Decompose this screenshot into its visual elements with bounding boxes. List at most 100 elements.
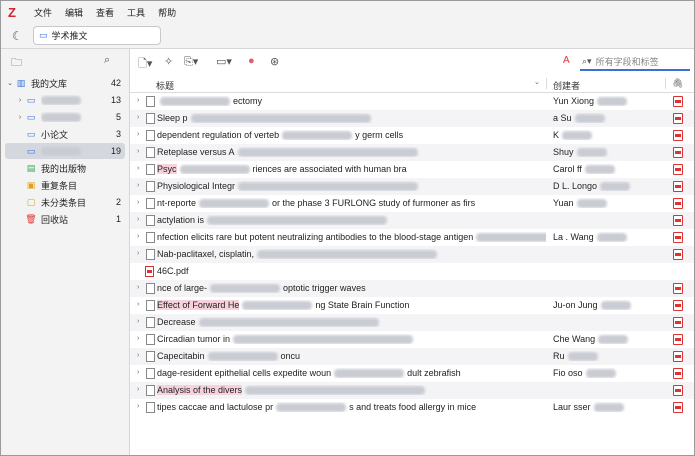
expand-chevron-icon[interactable]: › [137,284,139,291]
collection-my-library[interactable]: ⌄ ▥ 我的文库 42 [5,75,125,91]
pdf-attachment-icon[interactable] [673,351,683,362]
pdf-attachment-icon[interactable] [673,181,683,192]
expand-chevron-icon[interactable]: › [137,131,139,138]
collection-item[interactable]: ▤ 我的出版物 [5,160,125,176]
table-row[interactable]: › actylation is [130,212,694,229]
pdf-attachment-icon[interactable] [673,215,683,226]
sync-icon[interactable]: ⊛ [270,55,279,68]
pdf-attachment-icon[interactable] [673,198,683,209]
pdf-attachment-icon[interactable] [673,402,683,413]
magic-wand-icon[interactable]: ✧ [164,55,173,68]
expand-chevron-icon[interactable]: › [137,233,139,240]
collection-item[interactable]: ▢ 未分类条目 2 [5,194,125,210]
pdf-attachment-icon[interactable] [673,249,683,260]
table-row[interactable]: › dependent regulation of verteb y germ ce… [130,127,694,144]
new-note-icon[interactable]: ▭▾ [216,55,232,68]
expand-chevron-icon[interactable]: › [137,182,139,189]
collection-item[interactable]: › ▭ 13 [5,92,125,108]
pdf-attachment-icon[interactable] [673,130,683,141]
item-title: dage-resident epithelial cells expedite … [157,368,461,379]
expand-chevron-icon[interactable]: › [137,335,139,342]
twisty-icon[interactable]: › [15,97,25,104]
table-row[interactable]: › Nab-paclitaxel, cisplatin, [130,246,694,263]
item-title: ectomy [157,96,546,107]
item-creator: D L. Longo [553,181,665,192]
column-creator[interactable]: 创建者 [553,79,580,92]
pdf-attachment-icon[interactable] [673,368,683,379]
pdf-attachment-icon[interactable] [673,334,683,345]
collection-item[interactable]: 🗑 回收站 1 [5,211,125,227]
table-row[interactable]: › dage-resident epithelial cells expedite… [130,365,694,382]
table-row[interactable]: › Physiological Integr D L. Longo [130,178,694,195]
column-title[interactable]: 标题 [156,79,174,92]
expand-chevron-icon[interactable]: › [137,318,139,325]
expand-chevron-icon[interactable]: › [137,199,139,206]
table-row[interactable]: › tipes caccae and lactulose pr s and trea… [130,399,694,416]
table-row[interactable]: 46C.pdf [130,263,694,280]
document-icon [146,130,155,141]
chevron-down-icon[interactable]: ⌄ [534,78,540,86]
expand-chevron-icon[interactable]: › [137,301,139,308]
item-creator: La . Wang [553,232,665,243]
expand-chevron-icon[interactable]: › [137,403,139,410]
tab-library[interactable]: ▭ 学术推文 [33,26,161,45]
table-row[interactable]: › Reteplase versus A Shuy [130,144,694,161]
expand-chevron-icon[interactable]: › [137,97,139,104]
document-icon [146,351,155,362]
pdf-attachment-icon[interactable] [673,113,683,124]
twisty-icon[interactable]: ⌄ [5,79,15,87]
collection-label: 未分类条目 [41,197,87,208]
expand-chevron-icon[interactable]: › [137,148,139,155]
expand-chevron-icon[interactable]: › [137,216,139,223]
expand-chevron-icon[interactable]: › [137,165,139,172]
pdf-attachment-icon[interactable] [673,317,683,328]
menu-file[interactable]: 文件 [34,6,52,19]
table-row[interactable]: › Psyc riences are associated with human b… [130,161,694,178]
twisty-icon[interactable]: › [15,114,25,121]
table-row[interactable]: › Capecitabin oncu Ru [130,348,694,365]
table-row[interactable]: › nfection elicits rare but potent neutra… [130,229,694,246]
collection-item[interactable]: ▭ 小论文 3 [5,126,125,142]
item-creator: Ju-on Jung [553,300,665,311]
expand-chevron-icon[interactable]: › [137,250,139,257]
expand-chevron-icon[interactable]: › [137,114,139,121]
table-row[interactable]: › Sleep p a Su [130,110,694,127]
pdf-attachment-icon[interactable] [673,300,683,311]
menu-edit[interactable]: 编辑 [65,6,83,19]
menu-help[interactable]: 帮助 [158,6,176,19]
moon-icon[interactable]: ☾ [12,29,23,43]
table-row[interactable]: › Circadian tumor in Che Wang [130,331,694,348]
pdf-attachment-icon[interactable] [673,147,683,158]
column-divider[interactable] [665,78,666,89]
expand-chevron-icon[interactable]: › [137,369,139,376]
document-icon [146,181,155,192]
menu-view[interactable]: 查看 [96,6,114,19]
new-item-icon[interactable]: 🗋▾ [138,55,152,74]
table-row[interactable]: › Effect of Forward He ng State Brain Func… [130,297,694,314]
table-row[interactable]: › nt-reporte or the phase 3 FURLONG study … [130,195,694,212]
tag-color-icon[interactable]: ● [248,55,255,67]
collection-item[interactable]: ▭ 19 [5,143,125,159]
new-collection-icon[interactable]: 🗀 [11,54,22,73]
pdf-attachment-icon[interactable] [673,283,683,294]
font-size-icon[interactable]: A [563,55,570,66]
search-icon[interactable]: ⌕ [104,54,110,67]
table-row[interactable]: › Decrease [130,314,694,331]
attachment-column-icon[interactable]: 🖇 [672,78,683,89]
add-attachment-icon[interactable]: ⎘▾ [184,55,198,69]
collection-item[interactable]: ▣ 重复条目 [5,177,125,193]
pdf-attachment-icon[interactable] [673,164,683,175]
pdf-attachment-icon[interactable] [673,385,683,396]
table-row[interactable]: › nce of large-optotic trigger waves [130,280,694,297]
table-row[interactable]: › Analysis of the divers [130,382,694,399]
menu-tools[interactable]: 工具 [127,6,145,19]
duplicates-icon: ▣ [26,179,36,190]
pdf-attachment-icon[interactable] [673,96,683,107]
pdf-attachment-icon[interactable] [673,232,683,243]
collection-item[interactable]: › ▭ 5 [5,109,125,125]
expand-chevron-icon[interactable]: › [137,352,139,359]
table-row[interactable]: › ectomy Yun Xiong [130,93,694,110]
column-divider[interactable] [546,78,547,89]
expand-chevron-icon[interactable]: › [137,386,139,393]
search-field[interactable]: ⌕▾ 所有字段和标签 [580,53,690,71]
